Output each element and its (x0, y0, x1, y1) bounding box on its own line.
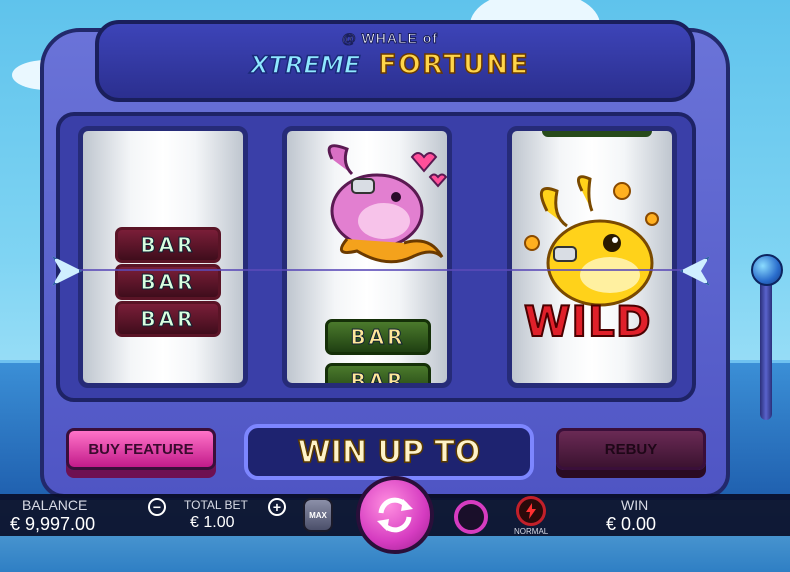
wild-label: WILD (523, 296, 652, 347)
lever-knob[interactable] (751, 254, 783, 286)
banner-text: WIN UP TO (297, 434, 481, 471)
balance-label: BALANCE (22, 497, 88, 513)
reel-1: BAR BAR BAR (78, 126, 248, 388)
speed-label: NORMAL (514, 527, 549, 536)
spin-button[interactable] (356, 476, 434, 554)
bar-symbol: BAR (325, 319, 431, 355)
logo-fortune: FORTUNE (378, 49, 530, 81)
win-up-to-banner: WIN UP TO (244, 424, 534, 480)
win-value: € 0.00 (606, 514, 657, 534)
logo-line1: @ WHALE of (342, 30, 438, 47)
increase-bet-button[interactable]: + (268, 498, 286, 516)
reel-2: BAR BAR (282, 126, 452, 388)
pink-whale-icon (327, 144, 447, 264)
spin-arrows-icon (377, 497, 413, 533)
autoplay-button[interactable] (454, 500, 488, 534)
reel-3: WILD (507, 126, 677, 388)
lightning-icon (526, 503, 536, 519)
reel-top-edge (542, 131, 652, 137)
lever-rod (760, 270, 772, 420)
total-bet-label: TOTAL BET (184, 498, 248, 512)
bar-symbol: BAR (325, 363, 431, 383)
win-label: WIN (621, 497, 649, 513)
speed-button[interactable] (516, 496, 546, 526)
logo-xtreme: XTREME (249, 50, 361, 80)
total-bet-value: € 1.00 (190, 514, 235, 531)
rebuy-button[interactable]: REBUY (556, 428, 706, 470)
payline (68, 269, 700, 271)
decrease-bet-button[interactable]: − (148, 498, 166, 516)
max-bet-button[interactable]: MAX (303, 498, 333, 532)
game-logo: @ WHALE of XTREME FORTUNE (190, 30, 590, 90)
balance-value: € 9,997.00 (10, 514, 96, 534)
bar-symbol: BAR (115, 301, 221, 337)
buy-feature-button[interactable]: BUY FEATURE (66, 428, 216, 470)
bar-symbol: BAR (115, 227, 221, 263)
